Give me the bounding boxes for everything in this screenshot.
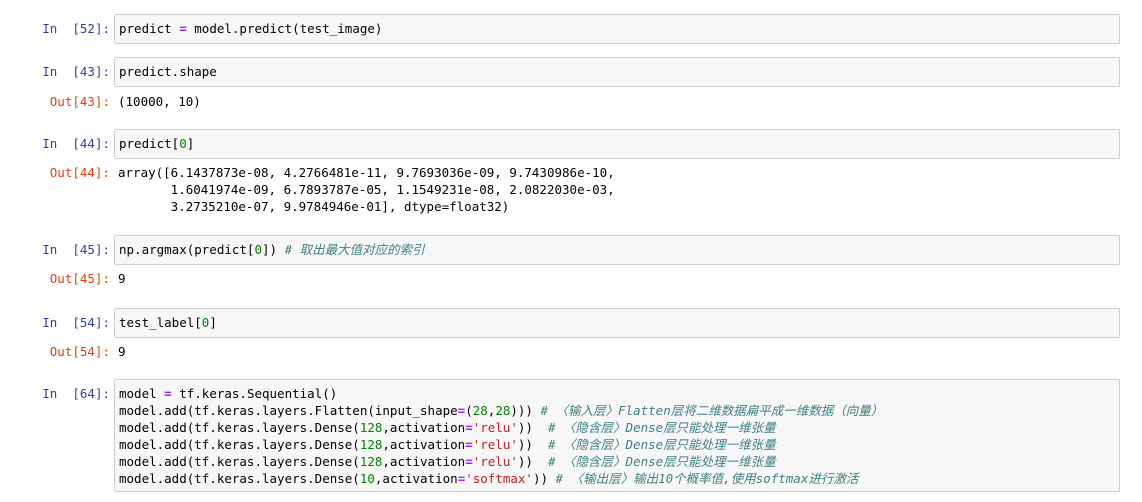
code-line: np.argmax(predict[0]) # 取出最大值对应的索引 — [119, 241, 1115, 258]
code-input[interactable]: predict = model.predict(test_image) — [114, 14, 1120, 44]
code-line: model.add(tf.keras.layers.Dense(128,acti… — [119, 419, 1115, 436]
code-token: )) — [517, 420, 548, 435]
code-token: 28 — [472, 403, 488, 418]
code-input[interactable]: model = tf.keras.Sequential() model.add(t… — [114, 379, 1120, 492]
code-token: tf.keras.Sequential() — [171, 386, 338, 401]
code-token: 0 — [179, 136, 187, 151]
code-token: # 〈输出层〉输出10个概率值,使用softmax进行激活 — [555, 471, 859, 486]
code-line: model.add(tf.keras.layers.Dense(128,acti… — [119, 436, 1115, 453]
out-prompt: Out[54]: — [49, 344, 110, 359]
code-token: predict — [119, 21, 180, 36]
code-token: )) — [517, 454, 548, 469]
code-token: 128 — [359, 437, 383, 452]
output-line: (10000, 10) — [118, 94, 201, 109]
code-token: ,activation — [374, 471, 458, 486]
code-token: 'relu' — [472, 437, 518, 452]
code-token: = — [465, 437, 473, 452]
code-token: ] — [186, 136, 195, 151]
out-prompt: Out[44]: — [49, 165, 110, 180]
out-prompt: Out[45]: — [49, 271, 110, 286]
code-token: ,activation — [382, 454, 466, 469]
code-token: model.add(tf.keras.layers.Flatten(input_… — [119, 403, 458, 418]
code-token: = — [164, 386, 172, 401]
in-prompt: In [44]: — [42, 136, 110, 151]
code-token: )) — [532, 471, 556, 486]
code-token: = — [465, 454, 473, 469]
code-token: ))) — [510, 403, 541, 418]
code-token: 10 — [359, 471, 375, 486]
cell-output: (10000, 10) — [118, 93, 1118, 110]
cell-output: 9 — [118, 343, 1118, 360]
cell-output: 9 — [118, 270, 1118, 287]
code-token: 'relu' — [472, 454, 518, 469]
code-token: predict.shape — [119, 64, 217, 79]
code-input[interactable]: np.argmax(predict[0]) # 取出最大值对应的索引 — [114, 235, 1120, 265]
code-line: predict = model.predict(test_image) — [119, 20, 1115, 37]
code-token: model.add(tf.keras.layers.Dense( — [119, 420, 360, 435]
code-token: ,activation — [382, 420, 466, 435]
code-line: model.add(tf.keras.layers.Flatten(input_… — [119, 402, 1115, 419]
code-line: predict[0] — [119, 135, 1115, 152]
code-token: predict[ — [119, 136, 180, 151]
output-line: 9 — [118, 271, 126, 286]
in-prompt: In [64]: — [42, 386, 110, 401]
in-prompt: In [45]: — [42, 242, 110, 257]
code-token: ]) — [262, 242, 285, 257]
code-token: 128 — [359, 454, 383, 469]
code-token: 28 — [495, 403, 511, 418]
code-token: # 〈隐含层〉Dense层只能处理一维张量 — [548, 420, 776, 435]
out-prompt: Out[43]: — [49, 94, 110, 109]
code-token: model.add(tf.keras.layers.Dense( — [119, 437, 360, 452]
code-token: # 〈隐含层〉Dense层只能处理一维张量 — [548, 454, 776, 469]
code-token: = — [465, 420, 473, 435]
code-line: model.add(tf.keras.layers.Dense(10,activ… — [119, 470, 1115, 487]
code-token: # 〈隐含层〉Dense层只能处理一维张量 — [548, 437, 776, 452]
output-line: array([6.1437873e-08, 4.2766481e-11, 9.7… — [118, 165, 615, 180]
code-token: model — [119, 386, 165, 401]
code-token: ] — [209, 315, 217, 330]
output-line: 3.2735210e-07, 9.9784946e-01], dtype=flo… — [118, 199, 510, 214]
code-token: = — [179, 21, 187, 36]
code-line: model.add(tf.keras.layers.Dense(128,acti… — [119, 453, 1115, 470]
code-token: test_label[ — [119, 315, 202, 330]
code-token: model.add(tf.keras.layers.Dense( — [119, 454, 360, 469]
code-token: )) — [517, 437, 548, 452]
in-prompt: In [52]: — [42, 21, 110, 36]
code-token: 128 — [359, 420, 383, 435]
code-line: test_label[0] — [119, 314, 1115, 331]
code-line: model = tf.keras.Sequential() — [119, 385, 1115, 402]
in-prompt: In [54]: — [42, 315, 110, 330]
code-token: ,activation — [382, 437, 466, 452]
code-token: model.add(tf.keras.layers.Dense( — [119, 471, 360, 486]
cell-output: array([6.1437873e-08, 4.2766481e-11, 9.7… — [118, 164, 1118, 215]
code-token: ( — [465, 403, 473, 418]
code-token: # 〈输入层〉Flatten层将二维数据扁平成一维数据（向量） — [540, 403, 884, 418]
code-input[interactable]: test_label[0] — [114, 308, 1120, 338]
code-token: 'relu' — [472, 420, 518, 435]
code-token: 'softmax' — [465, 471, 533, 486]
code-token: 0 — [254, 242, 262, 257]
in-prompt: In [43]: — [42, 64, 110, 79]
output-line: 1.6041974e-09, 6.7893787e-05, 1.1549231e… — [118, 182, 615, 197]
code-token: model.predict(test_image) — [186, 21, 383, 36]
code-token: # 取出最大值对应的索引 — [284, 242, 425, 257]
output-line: 9 — [118, 344, 126, 359]
code-input[interactable]: predict[0] — [114, 129, 1120, 159]
code-line: predict.shape — [119, 63, 1115, 80]
code-token: np.argmax(predict[ — [119, 242, 255, 257]
code-input[interactable]: predict.shape — [114, 57, 1120, 87]
